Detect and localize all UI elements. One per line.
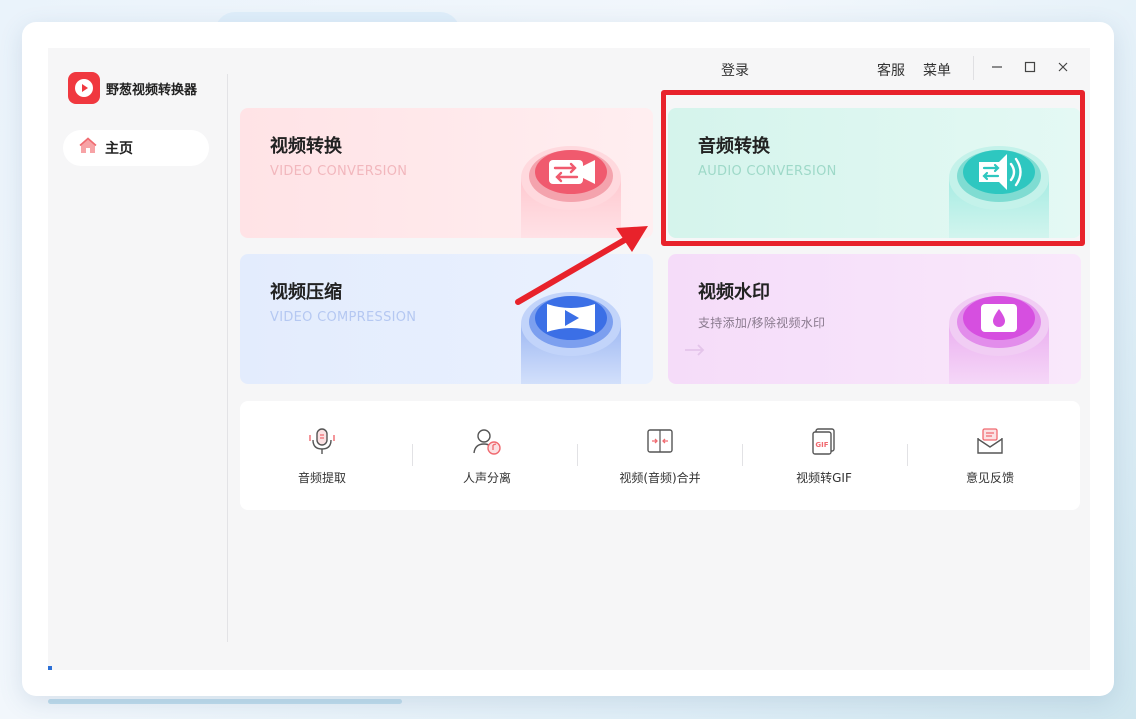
tool-video-merge[interactable]: 视频(音频)合并 (578, 425, 742, 486)
tools-panel: 音频提取 人声分离 视频(音频)合并 GIF 视频转GIF 意见反馈 (240, 401, 1080, 510)
gif-icon: GIF (812, 428, 835, 455)
tool-video-to-gif[interactable]: GIF 视频转GIF (742, 425, 906, 486)
tool-label: 视频转GIF (796, 471, 852, 485)
tool-audio-extract[interactable]: 音频提取 (240, 425, 404, 486)
background-strip (48, 699, 402, 704)
feedback-mail-icon (977, 428, 1003, 454)
tool-label: 音频提取 (297, 471, 346, 485)
tool-label: 人声分离 (462, 471, 511, 485)
microphone-icon (309, 428, 335, 454)
merge-icon (647, 429, 673, 453)
voice-separation-icon (473, 429, 501, 455)
annotation-arrow-icon (515, 226, 648, 305)
tool-feedback[interactable]: 意见反馈 (908, 425, 1072, 486)
app-window: 野葱视频转换器 主页 登录 客服 菜单 视频转换 VIDEO CONVERSIO… (48, 48, 1090, 670)
tool-label: 视频(音频)合并 (619, 471, 701, 485)
tool-label: 意见反馈 (965, 471, 1014, 485)
window-edge-accent (48, 666, 52, 670)
svg-text:GIF: GIF (815, 441, 828, 449)
tool-voice-separation[interactable]: 人声分离 (405, 425, 569, 486)
